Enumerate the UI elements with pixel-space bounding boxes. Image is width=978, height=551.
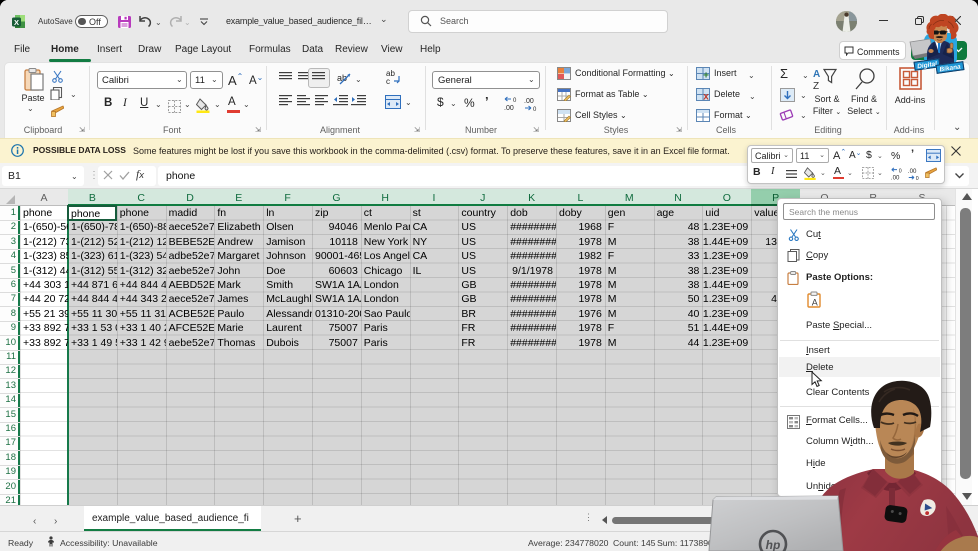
svg-text:.00: .00 (504, 105, 514, 112)
svg-text:hp: hp (766, 538, 781, 551)
svg-text:c: c (386, 77, 390, 84)
svg-text:.00: .00 (908, 168, 917, 175)
svg-text:X: X (14, 18, 19, 27)
svg-text:.00: .00 (524, 98, 534, 105)
svg-text:Z: Z (813, 81, 819, 91)
svg-text:+: + (703, 71, 709, 81)
svg-text:0: 0 (533, 107, 537, 112)
svg-text:A: A (813, 69, 820, 80)
svg-text:.00: .00 (891, 174, 900, 181)
svg-text:A: A (812, 298, 818, 308)
svg-text:x: x (703, 92, 709, 102)
svg-text:0: 0 (513, 98, 517, 104)
svg-text:0: 0 (916, 176, 919, 181)
svg-text:0: 0 (899, 168, 902, 174)
